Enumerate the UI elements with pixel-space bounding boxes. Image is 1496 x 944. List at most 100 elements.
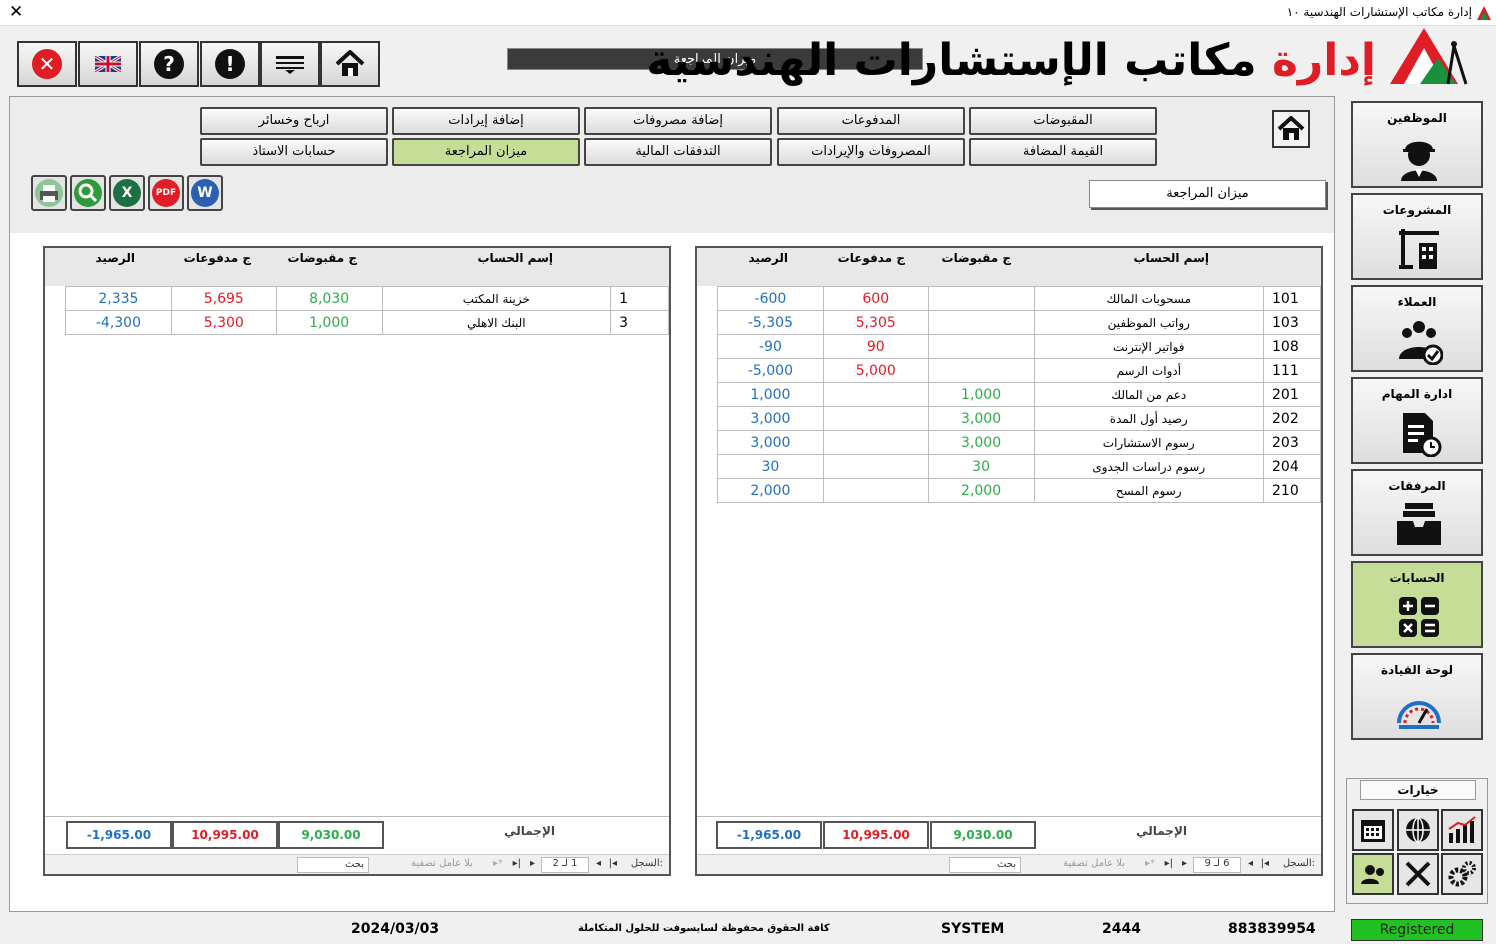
cell-payments[interactable]: 600 xyxy=(822,286,929,311)
nav-add-revenues[interactable]: إضافة إيرادات xyxy=(392,107,580,135)
settings-button[interactable] xyxy=(1441,853,1483,895)
cell-account-number[interactable]: 1 xyxy=(610,286,669,311)
nav-vat[interactable]: القيمة المضافة xyxy=(969,138,1157,166)
table-row[interactable]: 3,000 3,000 رسوم الاستشارات 203 xyxy=(717,430,1321,455)
prev-record-button[interactable]: ◂ xyxy=(596,858,601,869)
cell-account-number[interactable]: 3 xyxy=(610,310,669,335)
nav-trial-balance[interactable]: ميزان المراجعة xyxy=(392,138,580,166)
table-row[interactable]: 2,335 5,695 8,030 خزينة المكتب 1 xyxy=(65,286,669,311)
cell-receipts[interactable]: 3,000 xyxy=(927,430,1035,455)
cell-receipts[interactable] xyxy=(927,358,1035,383)
cell-payments[interactable]: 5,300 xyxy=(170,310,277,335)
filter-status[interactable]: بلا عامل تصفية xyxy=(1063,858,1125,869)
last-record-button[interactable]: ▸| xyxy=(1165,858,1173,869)
cell-balance[interactable]: 3,000 xyxy=(717,430,824,455)
cell-payments[interactable] xyxy=(822,406,929,431)
cell-account-name[interactable]: أدوات الرسم xyxy=(1033,358,1265,383)
cell-account-number[interactable]: 201 xyxy=(1263,382,1321,407)
nav-payments[interactable]: المدفوعات xyxy=(777,107,965,135)
cell-balance[interactable]: -90 xyxy=(717,334,824,359)
cell-receipts[interactable] xyxy=(927,310,1035,335)
side-clients-button[interactable]: العملاء xyxy=(1351,285,1483,372)
record-position[interactable]: 6 لـ 9 xyxy=(1193,857,1241,873)
cell-account-name[interactable]: خزينة المكتب xyxy=(381,286,612,311)
cell-balance[interactable]: 2,335 xyxy=(65,286,172,311)
tools-button[interactable] xyxy=(1397,853,1439,895)
cell-payments[interactable]: 5,000 xyxy=(822,358,929,383)
cell-receipts[interactable]: 8,030 xyxy=(275,286,383,311)
users-button[interactable] xyxy=(1352,853,1394,895)
cell-balance[interactable]: -600 xyxy=(717,286,824,311)
side-accounts-button[interactable]: الحسابات xyxy=(1351,561,1483,648)
table-row[interactable]: -5,000 5,000 أدوات الرسم 111 xyxy=(717,358,1321,383)
table-row[interactable]: -4,300 5,300 1,000 البنك الاهلي 3 xyxy=(65,310,669,335)
nav-cash-flows[interactable]: التدفقات المالية xyxy=(584,138,772,166)
cell-receipts[interactable]: 2,000 xyxy=(927,478,1035,503)
help-button[interactable]: ? xyxy=(139,41,199,87)
side-dashboard-button[interactable]: لوحة القيادة xyxy=(1351,653,1483,740)
cell-balance[interactable]: 1,000 xyxy=(717,382,824,407)
side-projects-button[interactable]: المشروعات xyxy=(1351,193,1483,280)
side-employees-button[interactable]: الموظفين xyxy=(1351,101,1483,188)
language-button[interactable] xyxy=(78,41,138,87)
cell-receipts[interactable] xyxy=(927,286,1035,311)
cell-account-name[interactable]: رصيد أول المدة xyxy=(1033,406,1265,431)
cell-account-number[interactable]: 210 xyxy=(1263,478,1321,503)
cell-account-name[interactable]: دعم من المالك xyxy=(1033,382,1265,407)
table-row[interactable]: 1,000 1,000 دعم من المالك 201 xyxy=(717,382,1321,407)
cell-receipts[interactable] xyxy=(927,334,1035,359)
cell-receipts[interactable]: 30 xyxy=(927,454,1035,479)
chart-button[interactable] xyxy=(1441,809,1483,851)
table-row[interactable]: -5,305 5,305 رواتب الموظفين 103 xyxy=(717,310,1321,335)
menu-button[interactable] xyxy=(260,41,320,87)
cell-payments[interactable] xyxy=(822,454,929,479)
home-main-button[interactable] xyxy=(320,41,380,87)
cell-receipts[interactable]: 3,000 xyxy=(927,406,1035,431)
preview-button[interactable] xyxy=(70,175,106,211)
next-record-button[interactable]: ▸ xyxy=(530,858,535,869)
calendar-button[interactable] xyxy=(1352,809,1394,851)
cell-account-name[interactable]: مسحوبات المالك xyxy=(1033,286,1265,311)
exit-button[interactable]: ✕ xyxy=(17,41,77,87)
nav-expenses-revenues[interactable]: المصروفات والإيرادات xyxy=(777,138,965,166)
cell-payments[interactable]: 90 xyxy=(822,334,929,359)
cell-balance[interactable]: 2,000 xyxy=(717,478,824,503)
cell-payments[interactable] xyxy=(822,382,929,407)
word-export-button[interactable]: W xyxy=(187,175,223,211)
cell-balance[interactable]: 3,000 xyxy=(717,406,824,431)
cell-account-name[interactable]: رسوم المسح xyxy=(1033,478,1265,503)
cell-balance[interactable]: -5,000 xyxy=(717,358,824,383)
first-record-button[interactable]: |◂ xyxy=(1261,858,1269,869)
excel-export-button[interactable]: X xyxy=(109,175,145,211)
cell-account-number[interactable]: 203 xyxy=(1263,430,1321,455)
cell-payments[interactable] xyxy=(822,478,929,503)
cell-payments[interactable]: 5,305 xyxy=(822,310,929,335)
search-input[interactable]: بحث xyxy=(297,857,369,873)
cell-account-name[interactable]: رواتب الموظفين xyxy=(1033,310,1265,335)
cell-balance[interactable]: -4,300 xyxy=(65,310,172,335)
nav-profit-loss[interactable]: ارباح وخسائر xyxy=(200,107,388,135)
next-record-button[interactable]: ▸ xyxy=(1182,858,1187,869)
cell-account-name[interactable]: فواتير الإنترنت xyxy=(1033,334,1265,359)
filter-status[interactable]: بلا عامل تصفية xyxy=(411,858,473,869)
table-row[interactable]: -600 600 مسحوبات المالك 101 xyxy=(717,286,1321,311)
cell-account-name[interactable]: رسوم الاستشارات xyxy=(1033,430,1265,455)
first-record-button[interactable]: |◂ xyxy=(609,858,617,869)
new-record-button[interactable]: ▸* xyxy=(1145,858,1155,869)
cell-balance[interactable]: -5,305 xyxy=(717,310,824,335)
about-button[interactable]: ! xyxy=(200,41,260,87)
cell-account-number[interactable]: 101 xyxy=(1263,286,1321,311)
table-row[interactable]: 3,000 3,000 رصيد أول المدة 202 xyxy=(717,406,1321,431)
cell-account-name[interactable]: رسوم دراسات الجدوى xyxy=(1033,454,1265,479)
nav-add-expenses[interactable]: إضافة مصروفات xyxy=(584,107,772,135)
table-row[interactable]: 2,000 2,000 رسوم المسح 210 xyxy=(717,478,1321,503)
close-window-button[interactable]: ✕ xyxy=(9,2,23,22)
print-button[interactable] xyxy=(31,175,67,211)
cell-account-number[interactable]: 204 xyxy=(1263,454,1321,479)
nav-receipts[interactable]: المقبوضات xyxy=(969,107,1157,135)
nav-ledger-accounts[interactable]: حسابات الاستاذ xyxy=(200,138,388,166)
web-button[interactable] xyxy=(1397,809,1439,851)
cell-receipts[interactable]: 1,000 xyxy=(275,310,383,335)
cell-account-number[interactable]: 108 xyxy=(1263,334,1321,359)
cell-account-name[interactable]: البنك الاهلي xyxy=(381,310,612,335)
